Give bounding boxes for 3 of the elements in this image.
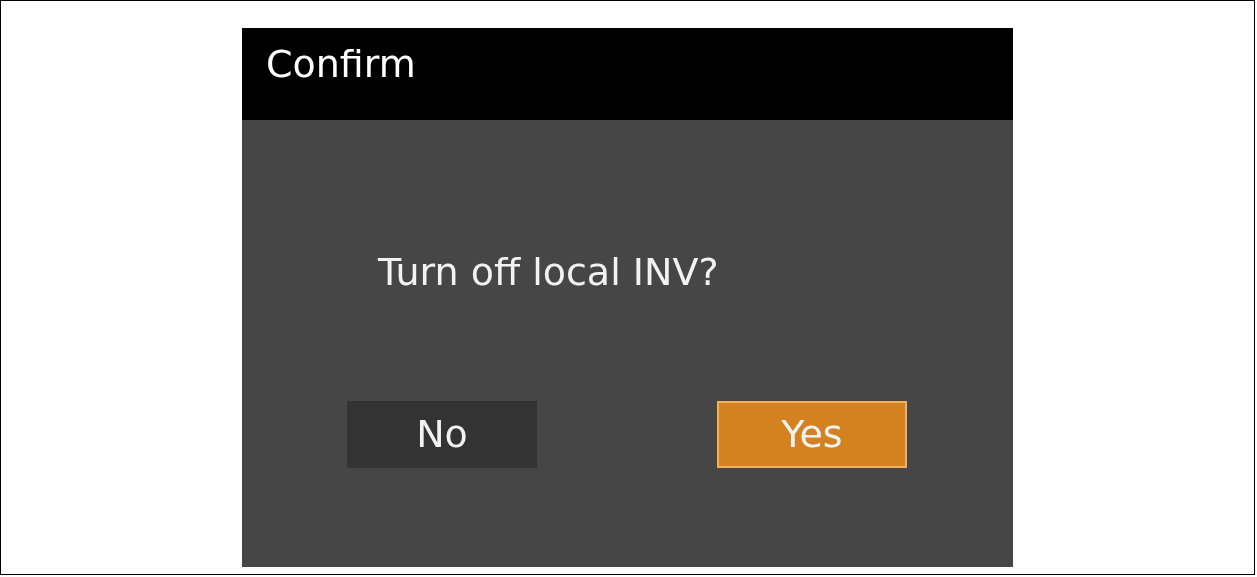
- dialog-button[interactable]: No: [347, 400, 537, 468]
- dialog-title: Confirm: [242, 28, 1013, 120]
- confirm-message: Turn off local INV?: [377, 250, 720, 296]
